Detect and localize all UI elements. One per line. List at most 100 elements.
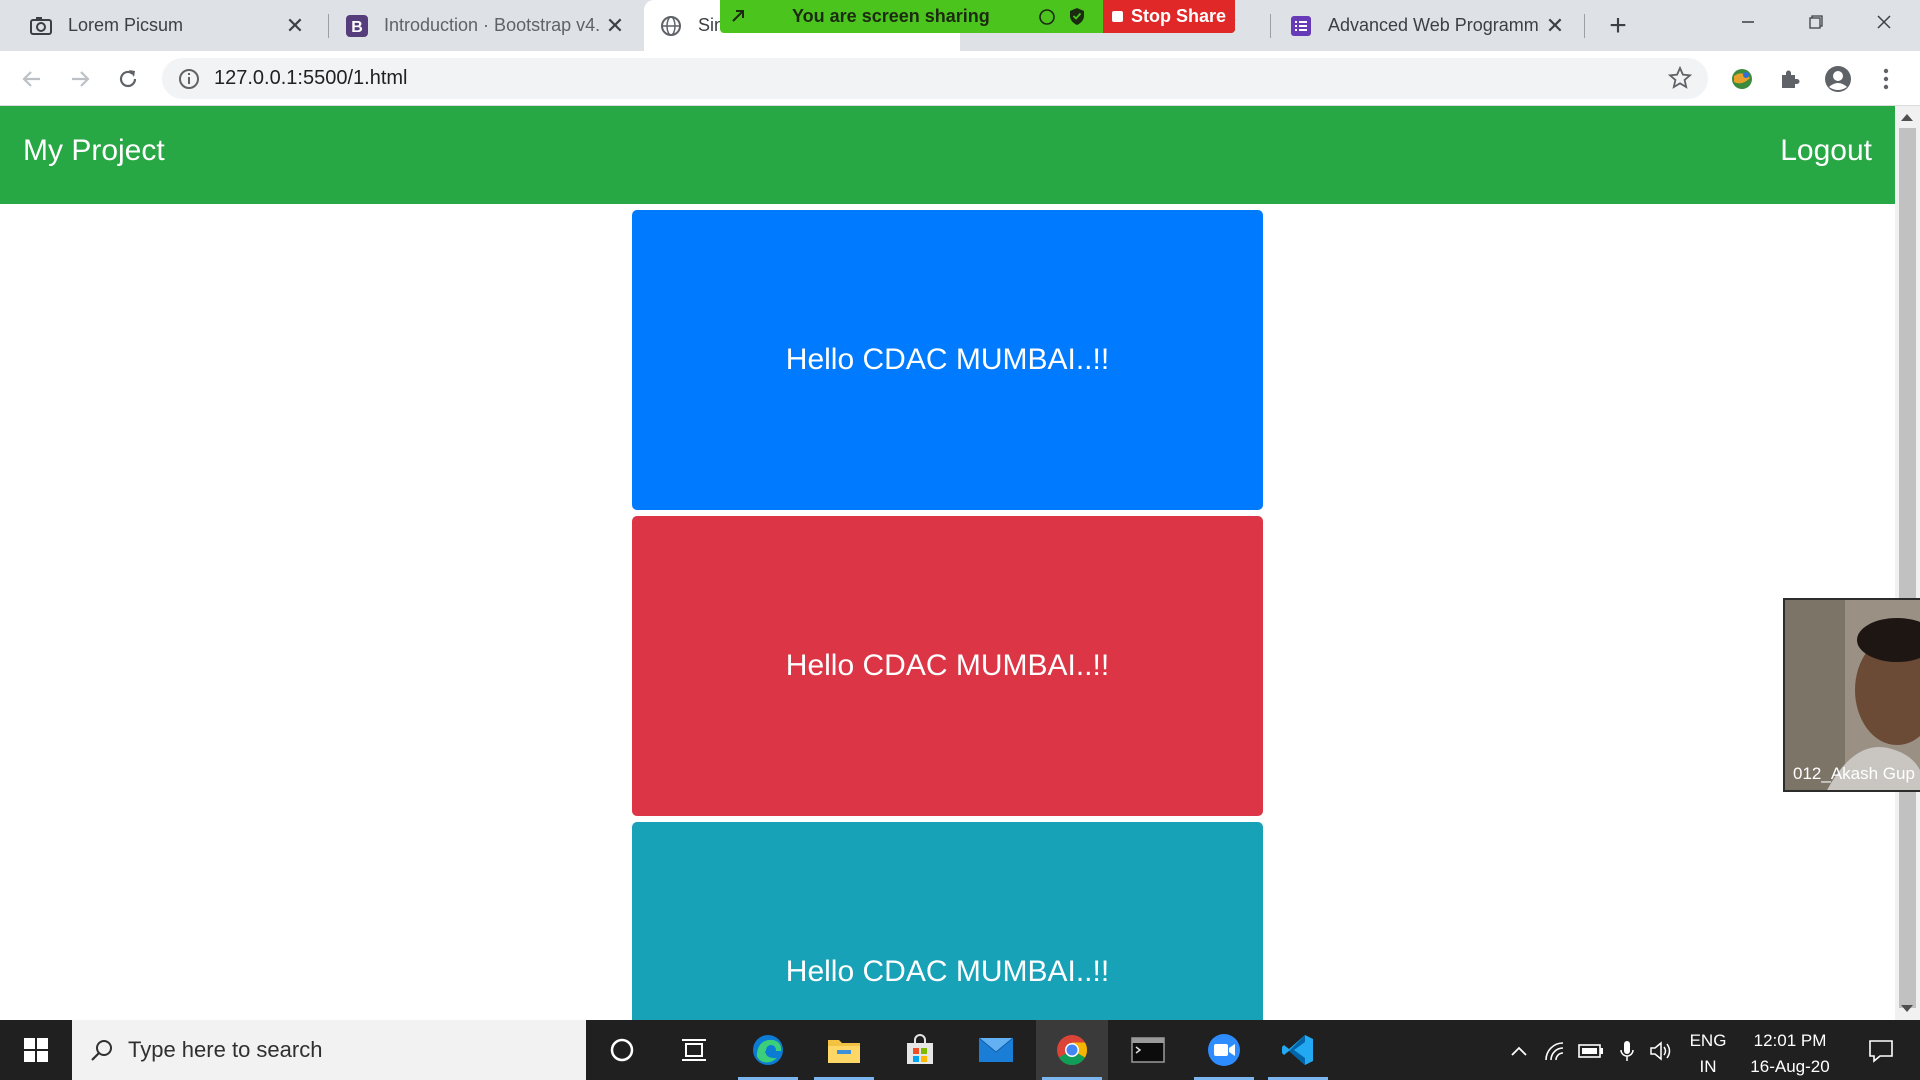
forward-arrow-icon bbox=[72, 71, 90, 87]
stop-icon bbox=[1111, 11, 1123, 22]
address-bar[interactable]: 127.0.0.1:5500/1.html bbox=[162, 58, 1708, 99]
tab-divider bbox=[1584, 14, 1585, 38]
logout-link[interactable]: Logout bbox=[1780, 134, 1872, 168]
tray-battery[interactable] bbox=[1578, 1038, 1604, 1064]
extensions-menu-button[interactable] bbox=[1772, 61, 1808, 97]
taskbar-edge[interactable] bbox=[732, 1020, 804, 1080]
zoom-video-icon bbox=[1208, 1034, 1240, 1066]
tab-title: Advanced Web Programmi bbox=[1328, 15, 1540, 35]
taskbar-zoom[interactable] bbox=[1188, 1020, 1260, 1080]
bootstrap-icon: B bbox=[344, 13, 370, 39]
url-text[interactable]: 127.0.0.1:5500/1.html bbox=[214, 67, 407, 90]
taskbar-store[interactable] bbox=[884, 1020, 956, 1080]
close-icon bbox=[1877, 15, 1891, 29]
tab-advanced-web[interactable]: Advanced Web Programmi ✕ bbox=[1272, 0, 1582, 51]
tray-overflow-button[interactable] bbox=[1506, 1038, 1532, 1064]
webcam-preview[interactable]: 012_Akash Gup bbox=[1783, 598, 1920, 792]
taskbar-mail[interactable] bbox=[960, 1020, 1032, 1080]
restore-icon bbox=[1809, 15, 1823, 29]
taskbar-chrome[interactable] bbox=[1036, 1020, 1108, 1080]
action-center-button[interactable] bbox=[1866, 1038, 1896, 1064]
brand-link[interactable]: My Project bbox=[23, 134, 165, 168]
chrome-menu-button[interactable] bbox=[1868, 61, 1904, 97]
tab-title: Lorem Picsum bbox=[68, 15, 184, 35]
tab-title: Introduction · Bootstrap v4. bbox=[384, 15, 600, 35]
scroll-thumb[interactable] bbox=[1899, 128, 1916, 1008]
minimize-button[interactable] bbox=[1714, 0, 1782, 44]
page-scrollbar[interactable] bbox=[1895, 106, 1920, 1020]
close-window-button[interactable] bbox=[1850, 0, 1918, 44]
start-button[interactable] bbox=[0, 1020, 72, 1080]
share-arrow-icon bbox=[732, 10, 744, 22]
globe-icon bbox=[658, 13, 684, 39]
pause-share-icon[interactable] bbox=[1038, 8, 1056, 26]
minimize-icon bbox=[1742, 21, 1754, 23]
scroll-up-arrow-icon[interactable] bbox=[1901, 114, 1913, 121]
forward-button[interactable] bbox=[62, 61, 98, 97]
restore-button[interactable] bbox=[1782, 0, 1850, 44]
bookmark-star-icon[interactable] bbox=[1668, 66, 1692, 90]
back-arrow-icon bbox=[22, 71, 40, 87]
box-text: Hello CDAC MUMBAI..!! bbox=[785, 955, 1110, 988]
content-box-blue: Hello CDAC MUMBAI..!! bbox=[632, 210, 1263, 510]
cortana-circle-icon bbox=[610, 1038, 634, 1062]
info-icon[interactable] bbox=[178, 68, 200, 90]
taskbar-terminal[interactable] bbox=[1112, 1020, 1184, 1080]
scroll-down-arrow-icon[interactable] bbox=[1901, 1005, 1913, 1012]
extension-button[interactable] bbox=[1724, 61, 1760, 97]
participant-name: 012_Akash Gup bbox=[1793, 764, 1915, 783]
close-tab-icon[interactable]: ✕ bbox=[280, 11, 310, 41]
clock-date: 16-Aug-20 bbox=[1750, 1057, 1830, 1076]
mail-icon bbox=[978, 1037, 1014, 1062]
camera-icon bbox=[28, 13, 54, 39]
tray-volume[interactable] bbox=[1648, 1038, 1674, 1064]
search-icon bbox=[91, 1040, 112, 1061]
taskbar-file-explorer[interactable] bbox=[808, 1020, 880, 1080]
cortana-button[interactable] bbox=[586, 1020, 658, 1080]
taskbar-vscode[interactable] bbox=[1262, 1020, 1334, 1080]
stop-share-button[interactable]: Stop Share bbox=[1103, 0, 1235, 33]
extension-globe-icon bbox=[1732, 69, 1752, 89]
task-view-icon bbox=[682, 1039, 706, 1061]
windows-taskbar: Type here to search ENG IN 12:01 PM 16-A… bbox=[0, 1020, 1920, 1080]
chevron-up-icon bbox=[1511, 1046, 1527, 1056]
puzzle-icon bbox=[1782, 70, 1800, 88]
reload-button[interactable] bbox=[110, 61, 146, 97]
profile-button[interactable] bbox=[1820, 61, 1856, 97]
account-icon bbox=[1825, 66, 1851, 92]
speaker-icon bbox=[1650, 1041, 1671, 1061]
windows-logo-icon bbox=[24, 1038, 48, 1062]
content-box-teal: Hello CDAC MUMBAI..!! bbox=[632, 822, 1263, 1020]
tab-lorem-picsum[interactable]: Lorem Picsum ✕ bbox=[0, 0, 322, 51]
box-text: Hello CDAC MUMBAI..!! bbox=[785, 649, 1110, 682]
taskbar-search-box[interactable]: Type here to search bbox=[72, 1020, 586, 1080]
region-code: IN bbox=[1699, 1057, 1717, 1076]
page-viewport: My Project Logout Hello CDAC MUMBAI..!! … bbox=[0, 106, 1895, 1020]
chrome-icon bbox=[1057, 1035, 1088, 1066]
language-code: ENG bbox=[1689, 1031, 1727, 1050]
store-bag-icon bbox=[907, 1034, 933, 1064]
microphone-icon bbox=[1620, 1041, 1634, 1061]
system-clock[interactable]: 12:01 PM 16-Aug-20 bbox=[1740, 1028, 1840, 1080]
content-box-red: Hello CDAC MUMBAI..!! bbox=[632, 516, 1263, 816]
close-tab-icon[interactable]: ✕ bbox=[600, 11, 630, 41]
tray-microphone[interactable] bbox=[1614, 1038, 1640, 1064]
battery-icon bbox=[1578, 1044, 1603, 1058]
browser-toolbar: 127.0.0.1:5500/1.html bbox=[0, 51, 1920, 106]
vscode-icon bbox=[1282, 1035, 1313, 1065]
tab-divider bbox=[328, 14, 329, 38]
shield-icon bbox=[1070, 8, 1084, 25]
reload-icon bbox=[119, 70, 137, 88]
screen-sharing-text: You are screen sharing bbox=[792, 6, 990, 26]
close-tab-icon[interactable]: ✕ bbox=[1540, 11, 1570, 41]
tab-divider bbox=[1270, 14, 1271, 38]
new-tab-button[interactable]: + bbox=[1600, 8, 1636, 44]
back-button[interactable] bbox=[14, 61, 50, 97]
search-placeholder: Type here to search bbox=[128, 1037, 323, 1062]
tray-network[interactable] bbox=[1542, 1038, 1568, 1064]
folder-icon bbox=[828, 1040, 860, 1063]
task-view-button[interactable] bbox=[658, 1020, 730, 1080]
tab-bootstrap[interactable]: B Introduction · Bootstrap v4. ✕ bbox=[330, 0, 642, 51]
input-language-indicator[interactable]: ENG IN bbox=[1683, 1028, 1733, 1080]
more-vertical-icon bbox=[1883, 68, 1889, 90]
